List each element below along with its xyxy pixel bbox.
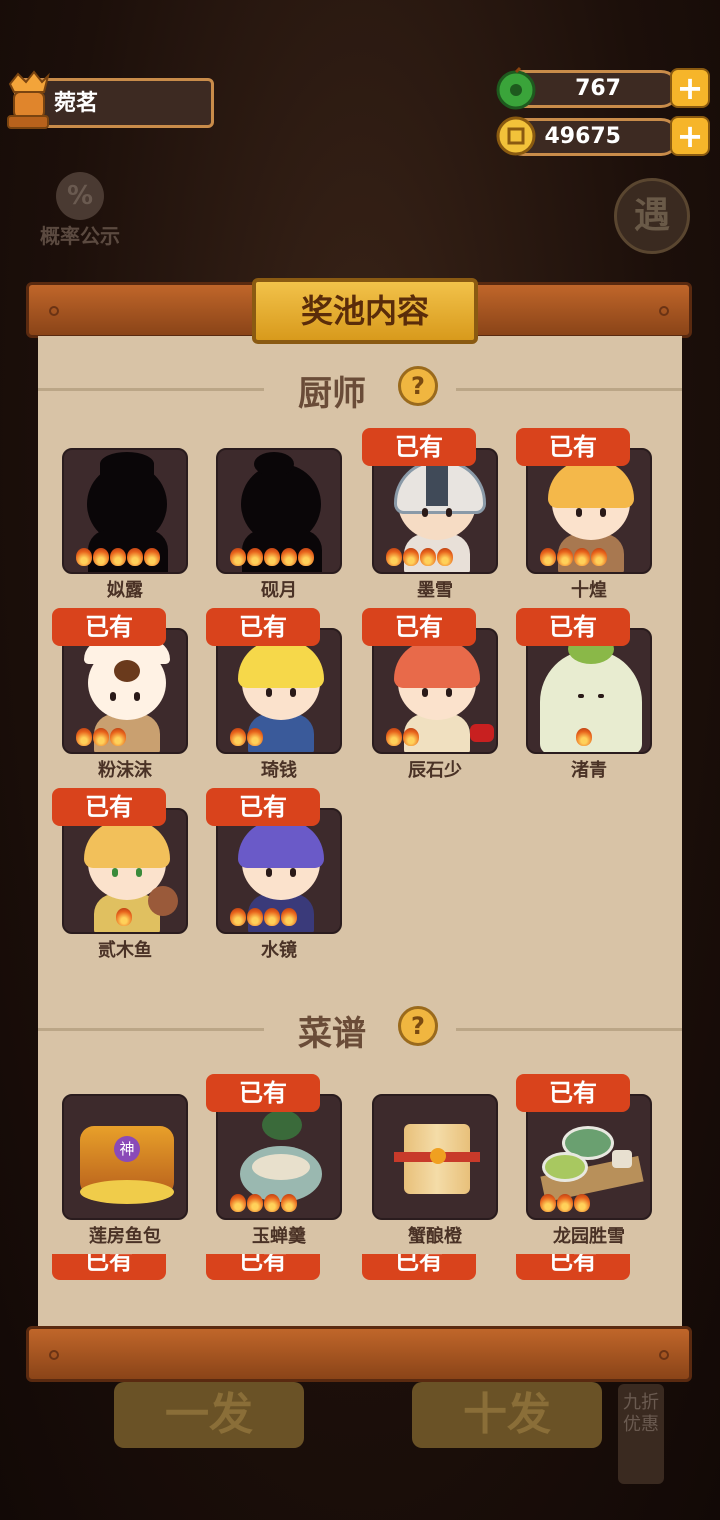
recipe-card[interactable]: 已有 玉蝉羹 [206,1074,342,1247]
owned-badge: 已有 [52,1254,166,1280]
rarity-flames [230,1194,298,1216]
chefs-section-title: 厨师 [298,374,366,414]
next-row-partial: 已有 已有 已有 已有 [38,1254,682,1284]
rarity-flames [230,908,298,930]
divine-badge: 神 [114,1136,140,1162]
chef-card[interactable]: 已有 墨雪 [362,428,498,601]
chef-card[interactable]: 姒露 [62,448,188,601]
recipes-section-header: 菜谱 ? [38,1004,682,1054]
owned-badge: 已有 [516,1254,630,1280]
chefs-section-header: 厨师 ? [38,364,682,414]
recipe-name: 蟹酿橙 [408,1226,462,1247]
owned-badge: 已有 [516,1074,630,1112]
owned-badge: 已有 [362,1254,476,1280]
chef-card[interactable]: 已有 贰木鱼 [52,788,188,961]
recipe-name: 龙园胜雪 [553,1226,625,1247]
recipe-image: 神 [62,1094,188,1220]
owned-badge: 已有 [206,1254,320,1280]
coin-value: 49675 [544,124,621,149]
encounter-badge[interactable]: 遇 [614,178,690,254]
recipe-card[interactable]: 已有 [362,1254,498,1284]
player-name: 菀茗 [54,91,99,116]
recipe-card[interactable]: 已有 [516,1254,652,1284]
add-coin-button[interactable]: + [670,116,710,156]
owned-badge: 已有 [52,788,166,826]
recipe-card[interactable]: 蟹酿橙 [372,1094,498,1247]
divider [38,388,264,391]
divider [38,1028,264,1031]
rarity-flames [540,1194,591,1216]
recipe-image [372,1094,498,1220]
recipes-help-icon[interactable]: ? [398,1006,438,1046]
chef-card[interactable]: 已有 渚青 [516,608,652,781]
chef-card[interactable]: 已有 粉沫沫 [52,608,188,781]
add-jade-button[interactable]: + [670,68,710,108]
chef-name: 粉沫沫 [98,760,152,781]
rarity-flames [76,548,161,570]
recipe-card[interactable]: 已有 龙园胜雪 [516,1074,652,1247]
rarity-flames [540,548,608,570]
rarity-flames [386,548,454,570]
jade-value: 767 [575,76,621,101]
recipe-card[interactable]: 已有 [52,1254,188,1284]
recipe-name: 玉蝉羹 [252,1226,306,1247]
chef-card[interactable]: 已有 辰石少 [362,608,498,781]
chef-name: 墨雪 [417,580,453,601]
scroll-bottom-rail [26,1326,692,1382]
rarity-flames [76,728,127,750]
chef-name: 砚月 [261,580,297,601]
owned-badge: 已有 [516,608,630,646]
chef-name: 渚青 [571,760,607,781]
rarity-flames [386,728,420,750]
owned-badge: 已有 [362,428,476,466]
chef-card[interactable]: 已有 水镜 [206,788,342,961]
chef-name: 水镜 [261,940,297,961]
chef-name: 贰木鱼 [98,940,152,961]
discount-tag: 九折优惠 [618,1384,664,1484]
rarity-flames [116,908,133,930]
owned-badge: 已有 [362,608,476,646]
chef-name: 十煌 [571,580,607,601]
probability-label: 概率公示 [40,224,120,248]
chef-name: 姒露 [107,580,143,601]
recipes-section-title: 菜谱 [298,1014,366,1054]
owned-badge: 已有 [206,1074,320,1112]
owned-badge: 已有 [206,608,320,646]
chef-name: 辰石少 [408,760,462,781]
player-avatar-icon [7,70,50,129]
owned-badge: 已有 [206,788,320,826]
chef-card[interactable]: 已有 十煌 [516,428,652,601]
coin-icon [496,116,536,156]
divider [456,1028,682,1031]
owned-badge: 已有 [52,608,166,646]
single-draw-button[interactable]: 一发 [114,1382,304,1448]
recipe-card[interactable]: 神 莲房鱼包 [62,1094,188,1247]
percent-icon: % [56,172,104,220]
probability-button[interactable]: % 概率公示 [30,172,130,249]
divider [456,388,682,391]
rarity-flames [230,728,264,750]
jade-icon [496,66,536,110]
chef-card[interactable]: 已有 琦钱 [206,608,342,781]
chef-card[interactable]: 砚月 [216,448,342,601]
chefs-help-icon[interactable]: ? [398,366,438,406]
panel-title: 奖池内容 [252,278,478,344]
owned-badge: 已有 [516,428,630,466]
chef-name: 琦钱 [261,760,297,781]
rarity-flames [576,728,593,750]
recipe-card[interactable]: 已有 [206,1254,342,1284]
ten-draw-button[interactable]: 十发 [412,1382,602,1448]
recipe-name: 莲房鱼包 [89,1226,161,1247]
pool-content-panel[interactable]: 厨师 ? 姒露 砚月 已有 墨雪 已有 十煌 已有 粉沫沫 已有 琦钱 已有 辰… [38,336,682,1326]
rarity-flames [230,548,315,570]
